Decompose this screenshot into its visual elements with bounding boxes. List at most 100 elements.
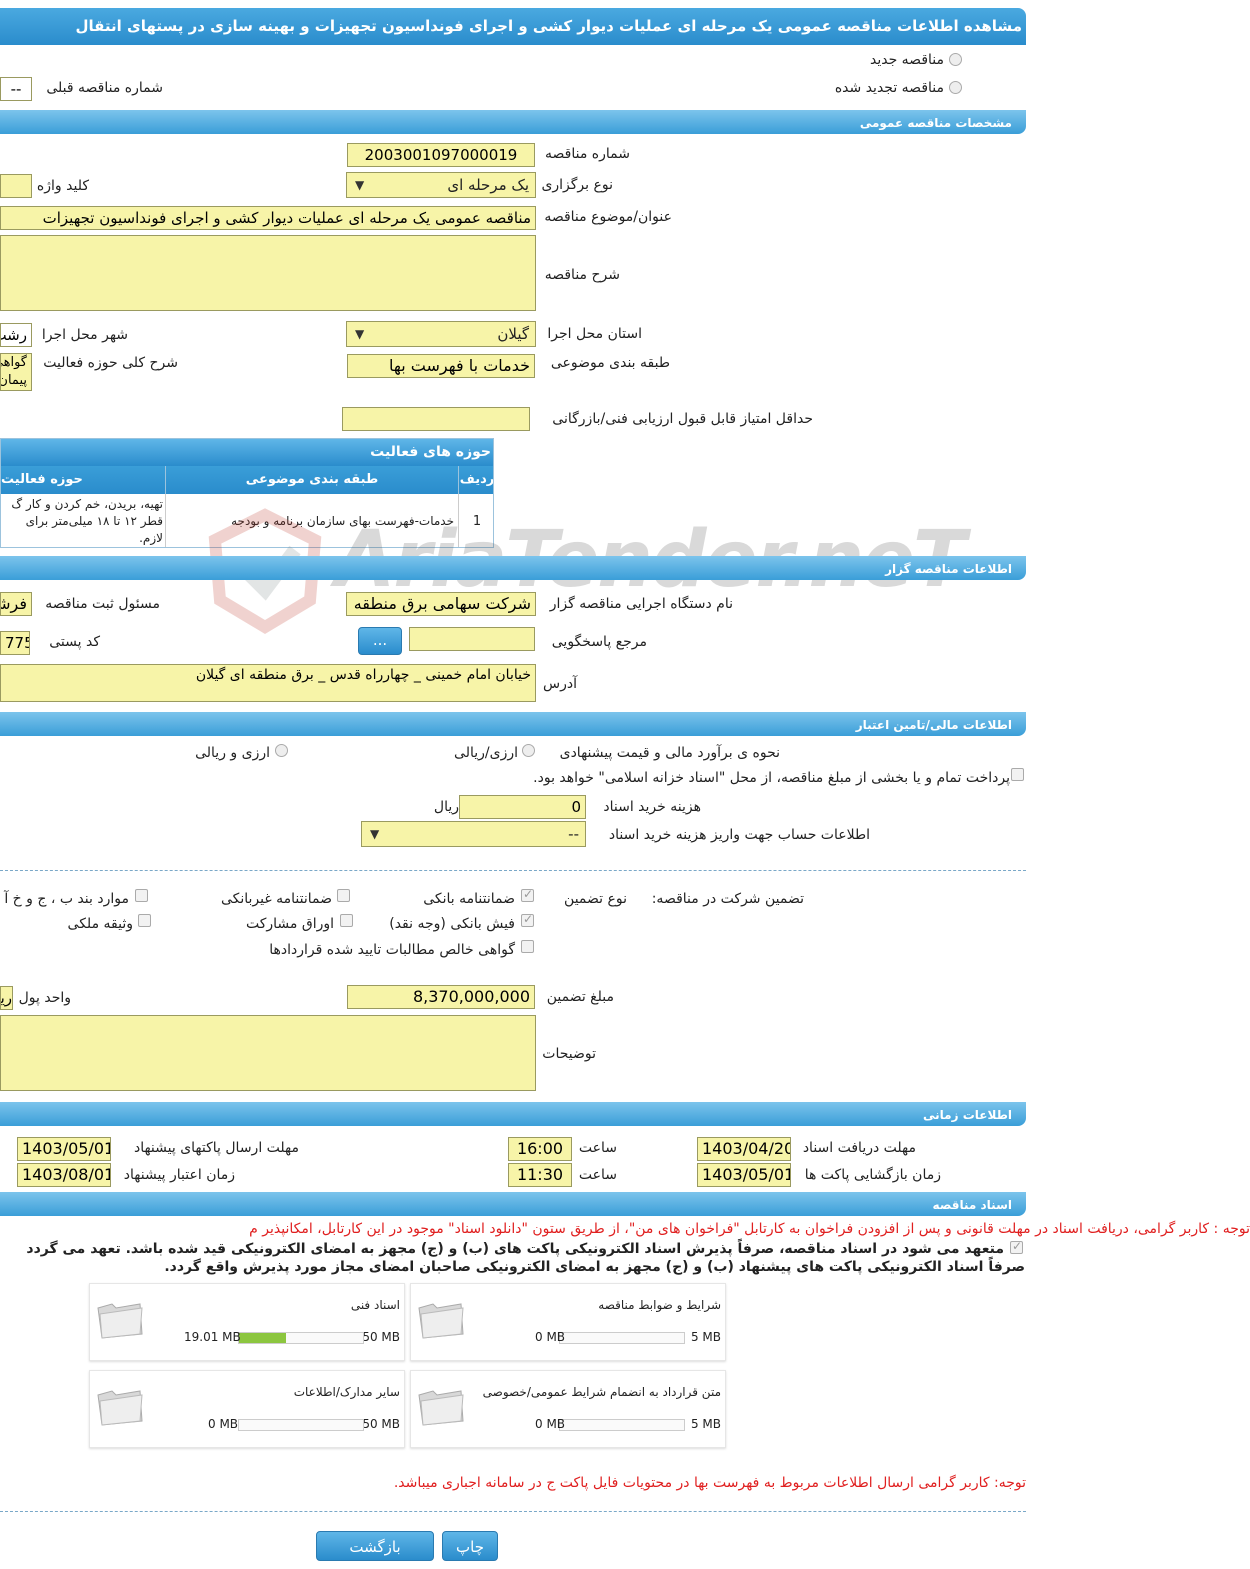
section-general: مشخصات مناقصه عمومی: [0, 110, 1026, 134]
guarantee-type-label: نوع تضمین: [564, 891, 627, 907]
property-bond-checkbox[interactable]: [138, 914, 151, 927]
folder-name: اسناد فنی: [350, 1298, 400, 1312]
holding-type-label: نوع برگزاری: [541, 177, 613, 193]
tender-number-label: شماره مناقصه: [545, 146, 630, 162]
divider: [0, 1511, 1026, 1512]
folder-max-size: 50 MB: [362, 1417, 400, 1431]
rial-currency-radio[interactable]: [522, 744, 535, 757]
col-index-header: ردیف: [458, 466, 493, 494]
print-button[interactable]: چاپ: [442, 1531, 498, 1561]
rial-currency-label: ارزی/ریالی: [454, 745, 518, 761]
commit-text-line1: متعهد می شود در اسناد مناقصه، صرفاً پذیر…: [26, 1241, 1004, 1257]
postal-code-label: کد پستی: [49, 634, 100, 650]
keyword-label: کلید واژه: [36, 178, 89, 194]
bank-receipt-checkbox[interactable]: [521, 912, 534, 927]
doc-cost-field: 0: [459, 795, 586, 819]
opening-hour: 11:30: [508, 1163, 572, 1187]
chevron-down-icon: ▼: [355, 178, 365, 192]
partnership-bonds-label: اوراق مشارکت: [245, 916, 334, 932]
receive-docs-hour-label: ساعت: [578, 1140, 617, 1156]
folder-name: متن قرارداد به انضمام شرایط عمومی/خصوصی: [482, 1385, 721, 1399]
folder-other-docs[interactable]: سایر مدارک/اطلاعات 50 MB 0 MB: [89, 1370, 405, 1448]
receivables-cert-checkbox[interactable]: [521, 940, 534, 953]
guarantee-amount-field: 8,370,000,000: [347, 985, 535, 1009]
folder-contract-text[interactable]: متن قرارداد به انضمام شرایط عمومی/خصوصی …: [410, 1370, 726, 1448]
activity-table-header: ردیف طبقه بندی موضوعی حوزه فعالیت: [1, 466, 493, 494]
partnership-bonds-checkbox[interactable]: [340, 914, 353, 927]
receive-docs-date: 1403/04/20: [697, 1137, 791, 1161]
folder-max-size: 50 MB: [362, 1330, 400, 1344]
folder-used-size: 0 MB: [208, 1417, 239, 1431]
items-bcg-checkbox[interactable]: [135, 889, 148, 902]
folder-technical-docs[interactable]: اسناد فنی 50 MB 19.01 MB: [89, 1283, 405, 1361]
holding-type-select[interactable]: یک مرحله ای ▼: [346, 172, 536, 198]
opening-label: زمان بازگشایی پاکت ها: [804, 1167, 941, 1183]
folder-progress: [559, 1419, 685, 1431]
treasury-checkbox[interactable]: [1011, 768, 1024, 781]
estimate-method-label: نحوه ی برآورد مالی و قیمت پیشنهادی: [559, 745, 780, 761]
address-label: آدرس: [543, 676, 577, 692]
notes-label: توضیحات: [542, 1046, 596, 1062]
doc-cost-label: هزینه خرید اسناد: [603, 799, 701, 815]
renewed-tender-label: مناقصه تجدید شده: [834, 80, 944, 96]
treasury-text: پرداخت تمام و یا بخشی از مبلغ مناقصه، از…: [533, 770, 1010, 786]
renewed-tender-radio[interactable]: [949, 81, 962, 94]
reference-browse-button[interactable]: ...: [358, 627, 402, 655]
folder-progress-fill: [239, 1333, 287, 1343]
currency-and-rial-radio[interactable]: [275, 744, 288, 757]
previous-number-field[interactable]: --: [0, 77, 32, 101]
new-tender-radio[interactable]: [949, 53, 962, 66]
province-label: استان محل اجرا: [547, 326, 642, 342]
row-activity-line: لازم.: [139, 531, 163, 545]
new-tender-label: مناقصه جدید: [869, 52, 944, 68]
activity-table-title: حوزه های فعالیت: [1, 439, 493, 466]
folder-name: سایر مدارک/اطلاعات: [293, 1385, 400, 1399]
section-organizer: اطلاعات مناقصه گزار: [0, 556, 1026, 580]
chevron-down-icon: ▼: [370, 827, 380, 841]
address-field: خیابان امام خمینی _ چهارراه قدس _ برق من…: [0, 664, 536, 702]
city-label: شهر محل اجرا: [41, 327, 128, 343]
opening-hour-label: ساعت: [578, 1167, 617, 1183]
bottom-notice: توجه: کاربر گرامی ارسال اطلاعات مربوط به…: [393, 1475, 1026, 1491]
registrar-field: فرشید: [0, 592, 32, 616]
keyword-field[interactable]: [0, 174, 32, 198]
subject-label: عنوان/موضوع مناقصه: [544, 209, 672, 225]
currency-unit-field: ریال: [0, 986, 13, 1010]
postal-code-field: 775: [0, 631, 30, 655]
validity-label: زمان اعتبار پیشنهاد: [123, 1167, 235, 1183]
category-label: طبقه بندی موضوعی: [550, 355, 670, 371]
agency-label: نام دستگاه اجرایی مناقصه گزار: [549, 596, 733, 612]
previous-number-label: شماره مناقصه قبلی: [46, 80, 163, 96]
row-activity-line: قطر ۱۲ تا ۱۸ میلی‌متر برای: [25, 514, 163, 528]
non-bank-guarantee-label: ضمانتنامه غیربانکی: [220, 891, 332, 907]
row-category: خدمات-فهرست بهای سازمان برنامه و بودجه: [165, 494, 458, 547]
activity-desc-field: گواهی پیمان: [0, 353, 32, 391]
currency-unit-label: واحد پول: [18, 990, 71, 1006]
folder-tender-terms[interactable]: شرایط و ضوابط مناقصه 5 MB 0 MB: [410, 1283, 726, 1361]
page-title: مشاهده اطلاعات مناقصه عمومی یک مرحله ای …: [0, 8, 1026, 45]
doc-cost-unit: ریال: [433, 799, 459, 815]
holding-type-value: یک مرحله ای: [447, 176, 529, 194]
non-bank-guarantee-checkbox[interactable]: [337, 889, 350, 902]
table-row: 1 خدمات-فهرست بهای سازمان برنامه و بودجه…: [1, 494, 493, 547]
province-value: گیلان: [497, 325, 529, 343]
receivables-cert-label: گواهی خالص مطالبات تایید شده قراردادها: [269, 942, 515, 958]
commit-checkbox: [1010, 1239, 1023, 1254]
property-bond-label: وثیقه ملکی: [67, 916, 133, 932]
documents-notice: توجه : کاربر گرامی، دریافت اسناد در مهلت…: [249, 1221, 1250, 1237]
account-select[interactable]: -- ▼: [361, 821, 586, 847]
divider: [0, 870, 1026, 871]
reference-label: مرجع پاسخگویی: [551, 634, 647, 650]
back-button[interactable]: بازگشت: [316, 1531, 434, 1561]
folder-max-size: 5 MB: [690, 1417, 721, 1431]
submit-deadline-date: 1403/05/01: [17, 1137, 111, 1161]
folder-used-size: 0 MB: [535, 1417, 566, 1431]
description-label: شرح مناقصه: [544, 267, 620, 283]
receive-docs-hour: 16:00: [508, 1137, 572, 1161]
province-select[interactable]: گیلان ▼: [346, 321, 536, 347]
folder-icon: [418, 1390, 464, 1426]
guarantee-label: تضمین شرکت در مناقصه:: [651, 891, 804, 907]
bank-guarantee-checkbox[interactable]: [521, 887, 534, 902]
account-value: --: [568, 825, 579, 843]
items-bcg-label: موارد بند ب ، ج و خ آ: [4, 891, 129, 907]
